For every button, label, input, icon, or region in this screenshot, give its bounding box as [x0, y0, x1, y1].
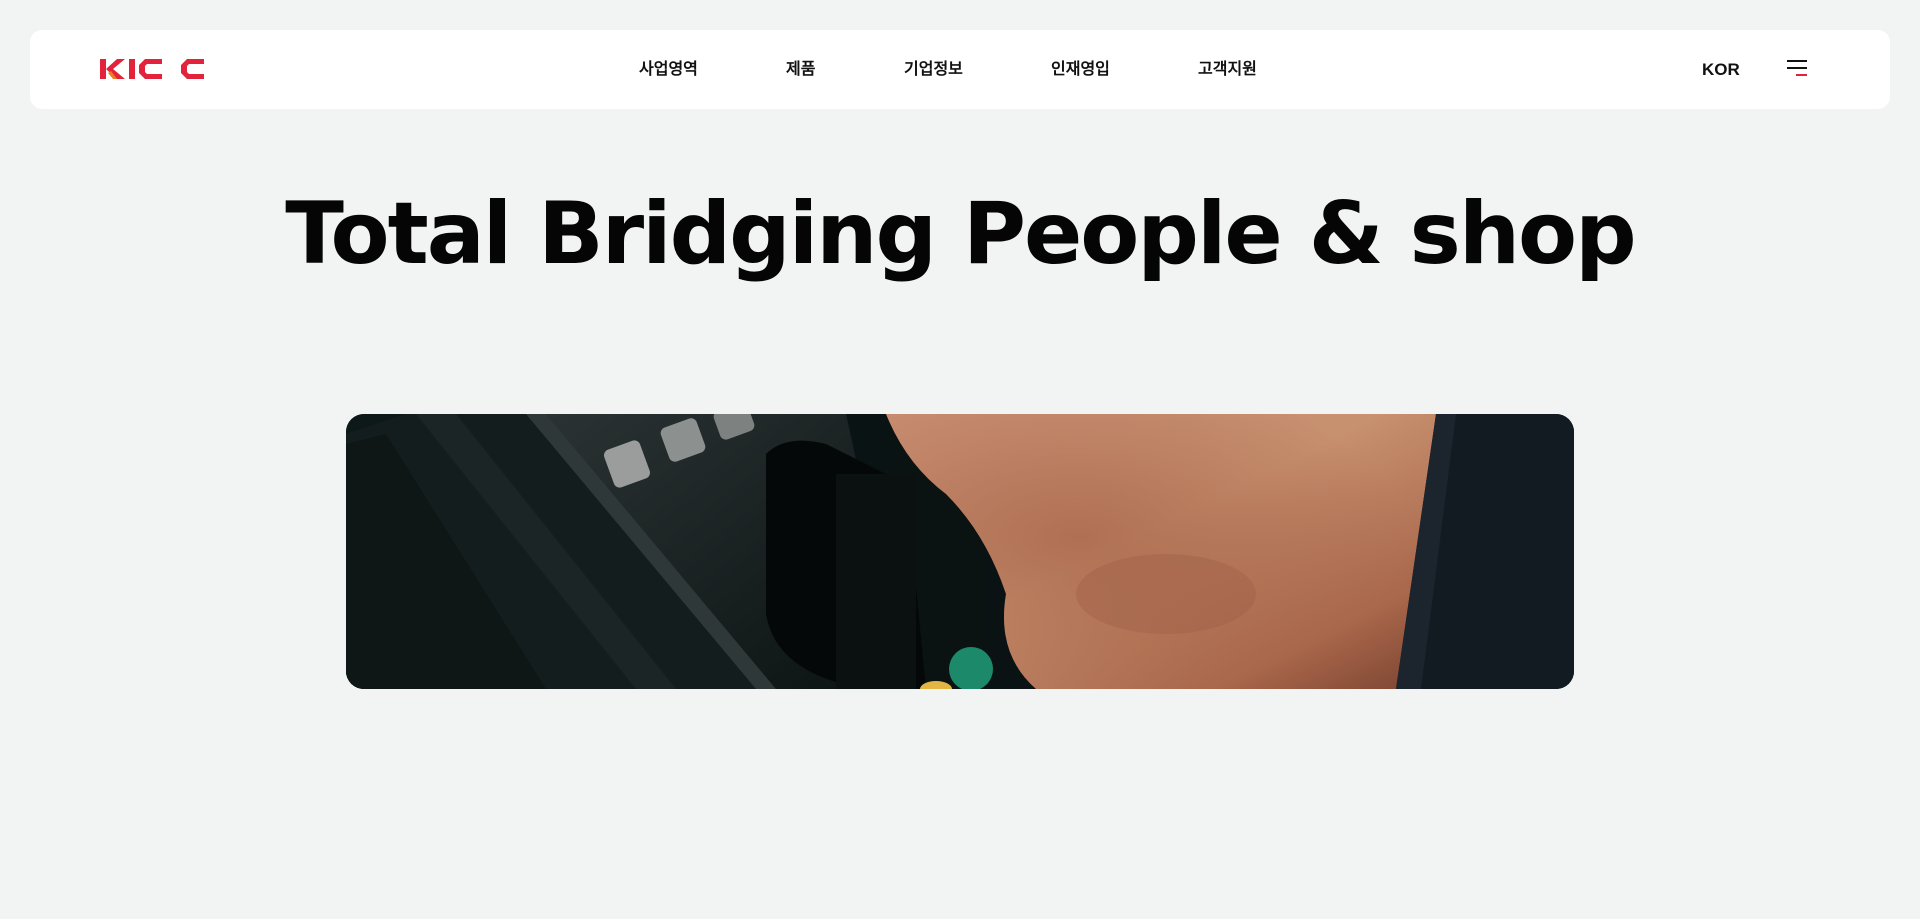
- hero-image: [346, 414, 1574, 689]
- nav-item-careers[interactable]: 인재영입: [1051, 30, 1110, 109]
- site-header: 사업영역 제품 기업정보 인재영입 고객지원 KOR: [30, 30, 1890, 109]
- hero-title: Total Bridging People & shop: [285, 184, 1636, 284]
- nav-item-company[interactable]: 기업정보: [904, 30, 963, 109]
- nav-item-products[interactable]: 제품: [786, 30, 815, 109]
- nav-item-support[interactable]: 고객지원: [1198, 30, 1257, 109]
- payment-terminal-image: [346, 414, 1574, 689]
- language-selector[interactable]: KOR: [1702, 30, 1740, 109]
- nav-item-business[interactable]: 사업영역: [639, 30, 698, 109]
- main-nav: 사업영역 제품 기업정보 인재영입 고객지원: [30, 30, 1890, 109]
- hamburger-menu-icon[interactable]: [1787, 60, 1809, 78]
